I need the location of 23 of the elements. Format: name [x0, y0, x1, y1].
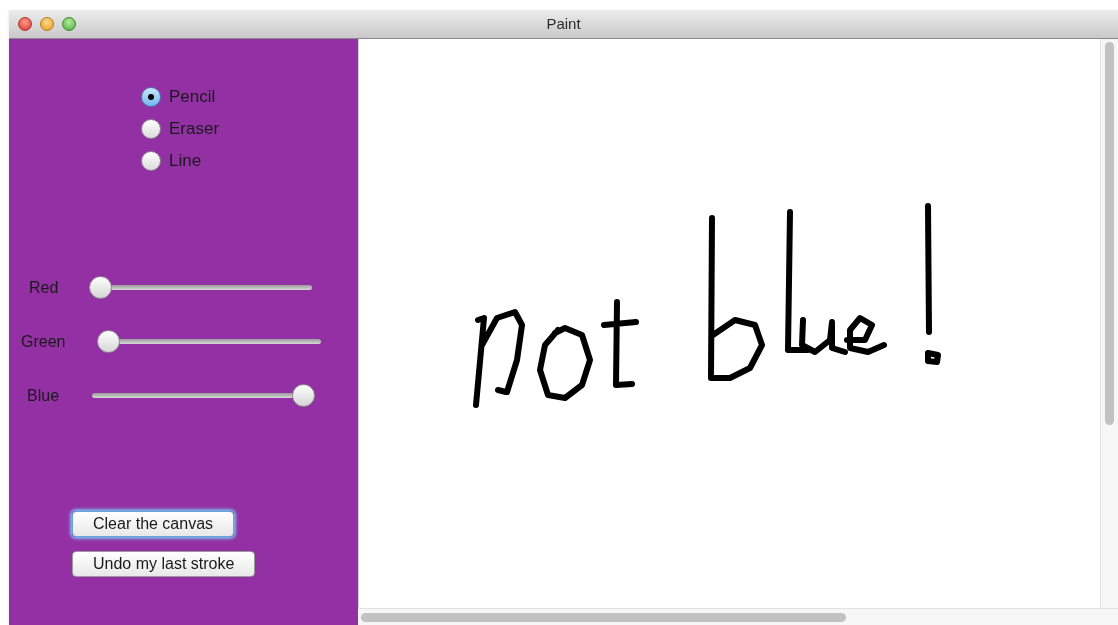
vertical-scrollbar[interactable]: [1105, 42, 1114, 425]
zoom-button[interactable]: [62, 17, 76, 31]
slider-label: Red: [29, 279, 59, 296]
close-button[interactable]: [18, 17, 32, 31]
radio-label[interactable]: Line: [169, 148, 202, 174]
minimize-button[interactable]: [40, 17, 54, 31]
action-button[interactable]: Undo my last stroke: [72, 551, 256, 577]
window-title: Paint: [546, 13, 581, 34]
radio-button[interactable]: [141, 87, 161, 107]
color-slider[interactable]: [89, 276, 312, 300]
slider-label: Blue: [27, 387, 60, 404]
radio-button[interactable]: [141, 151, 161, 171]
color-slider[interactable]: [92, 384, 315, 408]
slider-thumb[interactable]: [97, 330, 120, 353]
horizontal-scrollbar[interactable]: [361, 612, 846, 622]
color-slider[interactable]: [97, 330, 321, 354]
radio-label[interactable]: Eraser: [169, 116, 220, 142]
slider-thumb[interactable]: [292, 384, 315, 407]
slider-label: Green: [21, 333, 66, 350]
slider-thumb[interactable]: [89, 276, 112, 299]
radio-button[interactable]: [141, 119, 161, 139]
action-button[interactable]: Clear the canvas: [72, 511, 235, 537]
radio-label[interactable]: Pencil: [169, 84, 216, 110]
